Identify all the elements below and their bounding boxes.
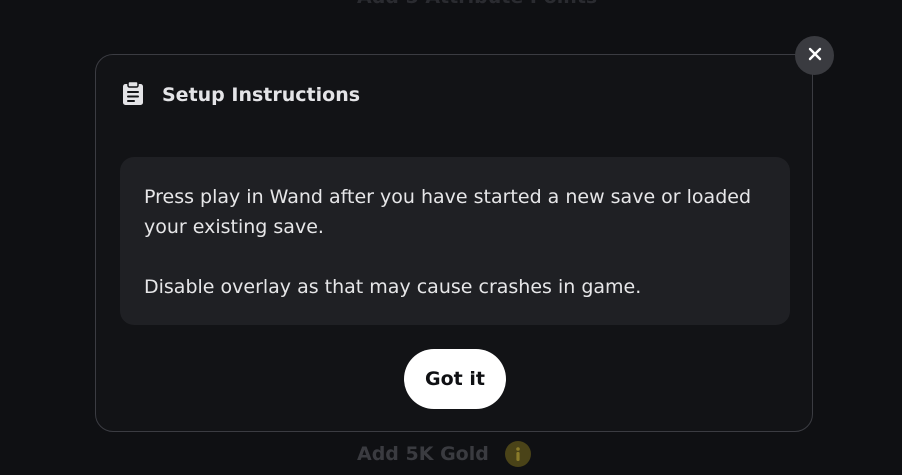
- instructions-panel: Press play in Wand after you have starte…: [120, 157, 790, 325]
- info-icon: [504, 441, 531, 467]
- instruction-text: Press play in Wand after you have starte…: [144, 186, 752, 238]
- dialog-header: Setup Instructions: [122, 80, 361, 109]
- close-dialog-button[interactable]: [795, 36, 834, 75]
- dialog-title: Setup Instructions: [162, 84, 361, 106]
- instruction-text: Disable overlay as that may cause crashe…: [144, 276, 642, 298]
- clipboard-icon: [122, 80, 144, 109]
- background-option-label: Add 5 Attribute Points: [357, 0, 597, 8]
- page: Add 5 Attribute Points Add 5K Gold Setup…: [0, 0, 902, 475]
- close-icon: [808, 46, 822, 65]
- background-option-row: Add 5K Gold: [357, 441, 531, 467]
- got-it-button[interactable]: Got it: [404, 349, 506, 409]
- background-option-label: Add 5K Gold: [357, 443, 489, 465]
- setup-instructions-dialog: Setup Instructions Press play in Wand af…: [95, 54, 813, 432]
